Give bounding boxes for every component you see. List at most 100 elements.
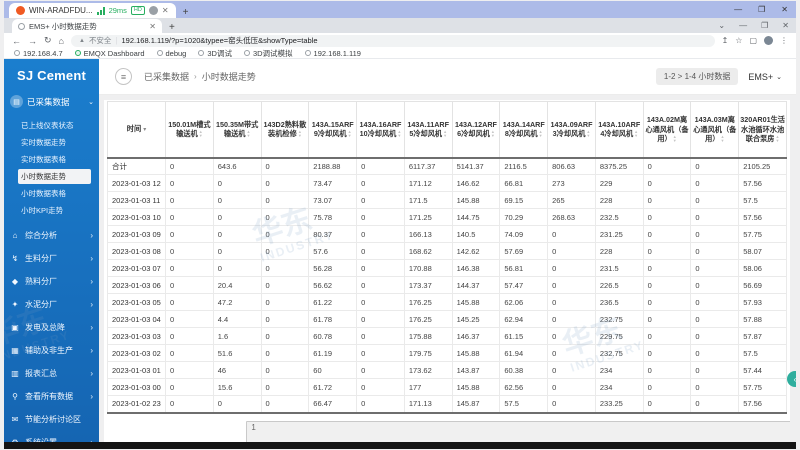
sidebar-group[interactable]: ▦ 辅助及非生产 › (4, 339, 99, 362)
data-table-card: 时间 ▾ 150.01M槽式输送机 ▲ ▼ 150.35M带式输送机 ▲ ▼ 143D2熟料散装… (104, 100, 790, 442)
browser-minimize-icon[interactable]: — (732, 21, 754, 30)
column-header[interactable]: 143A.09ARF3冷却风机 ▲ ▼ (547, 101, 596, 159)
value-cell: 806.63 (547, 157, 596, 175)
column-header[interactable]: 143A.12ARF6冷却风机 ▲ ▼ (451, 101, 501, 159)
value-cell: 56.62 (308, 276, 358, 294)
remote-minimize-icon[interactable]: — (726, 5, 750, 14)
sidebar-subitem[interactable]: 小时数据走势 (18, 169, 91, 184)
sidebar-group[interactable]: ⚙ 系统设置 › (4, 431, 99, 442)
droplet-icon: ◆ (11, 277, 19, 286)
value-cell: 15.6 (212, 378, 262, 396)
sidebar-group[interactable]: ▣ 发电及总降 › (4, 316, 99, 339)
sidebar-group[interactable]: ▥ 报表汇总 › (4, 362, 99, 385)
data-range-chip[interactable]: 1-2 > 1-4 小时数据 (655, 68, 739, 85)
remote-new-tab-icon[interactable]: + (183, 7, 189, 18)
browser-menu-icon[interactable]: ⋮ (780, 36, 788, 45)
bookmark-star-icon[interactable]: ☆ (735, 36, 742, 45)
browser-tabbar: EMS+ 小时数据走势 ✕ + ⌄ — ❐ ✕ (4, 18, 796, 33)
sidebar-group[interactable]: ⌂ 综合分析 › (4, 224, 99, 247)
column-header[interactable]: 150.01M槽式输送机 ▲ ▼ (165, 101, 214, 159)
browser-close-icon[interactable]: ✕ (775, 21, 796, 30)
bookmark-item[interactable]: 192.168.4.7 (14, 49, 63, 58)
forward-icon[interactable]: → (28, 36, 37, 46)
hamburger-menu-icon[interactable]: ≡ (115, 68, 132, 85)
header-right: 1-2 > 1-4 小时数据 EMS+ ⌄ (655, 68, 782, 85)
value-cell: 0 (547, 344, 596, 362)
sidebar-subitem[interactable]: 小时KPI走势 (4, 203, 99, 218)
browser-profile-caret-icon[interactable]: ⌄ (711, 21, 732, 30)
value-cell: 229 (594, 174, 644, 192)
sidebar-group-label: 报表汇总 (25, 369, 57, 378)
back-icon[interactable]: ← (12, 36, 21, 46)
session-options-icon[interactable] (148, 6, 158, 15)
value-cell: 51.6 (212, 344, 262, 362)
tab-close-icon[interactable]: ✕ (149, 22, 156, 31)
value-cell: 0 (356, 378, 405, 396)
column-header[interactable]: 143A.02M离心通风机（备用） ▲ ▼ (642, 101, 692, 159)
sidebar-group[interactable]: ↯ 生料分厂 › (4, 247, 99, 270)
value-cell: 66.81 (499, 174, 549, 192)
column-header[interactable]: 143A.14ARF8冷却风机 ▲ ▼ (499, 101, 549, 159)
home-nav-icon[interactable]: ⌂ (59, 36, 64, 46)
value-cell: 0 (642, 259, 692, 277)
reload-icon[interactable]: ↻ (44, 35, 52, 46)
sidebar-group[interactable]: ✦ 水泥分厂 › (4, 293, 99, 316)
value-cell: 171.12 (403, 174, 453, 192)
value-cell: 0 (165, 361, 214, 379)
sidebar-subitem[interactable]: 已上线仪表状态 (4, 118, 99, 133)
sidebar-group[interactable]: ✉ 节能分析讨论区 (4, 408, 99, 431)
column-header[interactable]: 143A.16ARF10冷却风机 ▲ ▼ (356, 101, 405, 159)
sidebar-group[interactable]: ◆ 熟料分厂 › (4, 270, 99, 293)
column-header[interactable]: 143A.15ARF9冷却风机 ▲ ▼ (308, 101, 358, 159)
page-button[interactable]: 1 (246, 420, 790, 442)
browser-tab[interactable]: EMS+ 小时数据走势 ✕ (12, 19, 162, 33)
column-header[interactable]: 143A.11ARF5冷却风机 ▲ ▼ (403, 101, 453, 159)
new-tab-icon[interactable]: + (169, 22, 175, 33)
profile-avatar[interactable] (764, 36, 773, 45)
sidebar-subitem[interactable]: 实时数据表格 (4, 152, 99, 167)
search-icon: ⚲ (12, 392, 18, 401)
bookmark-item[interactable]: 3D调试 (198, 48, 232, 59)
chevron-right-icon: › (90, 369, 93, 378)
remote-session-tab[interactable]: WIN-ARADFDU... 29ms HD ✕ (9, 3, 176, 18)
value-cell: 0 (547, 259, 596, 277)
column-label: 143A.16ARF10冷却风机 (359, 119, 402, 139)
column-header[interactable]: 143A.10ARF4冷却风机 ▲ ▼ (594, 101, 644, 159)
value-cell: 0 (260, 327, 310, 345)
browser-maximize-icon[interactable]: ❐ (754, 21, 775, 30)
value-cell: 0 (260, 276, 310, 294)
column-header[interactable]: 时间 ▾ (107, 101, 166, 159)
remote-close-icon[interactable]: ✕ (773, 5, 796, 14)
bookmark-item[interactable]: debug (156, 49, 186, 58)
column-header[interactable]: 150.35M带式输送机 ▲ ▼ (212, 101, 262, 159)
column-header[interactable]: 143D2熟料散装机检修 ▲ ▼ (260, 101, 310, 159)
share-icon[interactable]: ↥ (722, 36, 729, 45)
bookmark-item[interactable]: EMQX Dashboard (74, 49, 145, 58)
remote-maximize-icon[interactable]: ❐ (750, 5, 773, 14)
value-cell: 61.78 (308, 310, 358, 328)
column-header[interactable]: 320AR01生活水池循环水池联合泵房 ▲ ▼ (738, 101, 787, 159)
url-input[interactable]: ▲ 不安全 | 192.168.1.119/?p=1020&typee=窑头低压… (70, 34, 715, 47)
sidebar-subitem[interactable]: 小时数据表格 (4, 186, 99, 201)
chevron-right-icon: › (90, 392, 93, 401)
bookmark-item[interactable]: 3D调试模拟 (243, 48, 293, 59)
table-body: 合计 0 643.6 0 2188.88 0 6117.37 5141.37 2116.5 806… (107, 157, 787, 414)
bookmark-item[interactable]: 192.168.1.119 (304, 49, 361, 58)
sidebar-group-collected-data[interactable]: ▤ 已采集数据 ⌄ (4, 90, 99, 113)
sidebar-group[interactable]: ⚲ 查看所有数据 › (4, 385, 99, 408)
side-panel-icon[interactable]: ▢ (749, 36, 757, 45)
power-icon: ▣ (11, 323, 19, 332)
value-cell: 0 (165, 310, 214, 328)
sidebar-subitem[interactable]: 实时数据走势 (4, 135, 99, 150)
value-cell: 57.5 (738, 191, 787, 209)
column-header[interactable]: 143A.03M离心通风机（备用） ▲ ▼ (690, 101, 740, 159)
value-cell: 70.29 (499, 208, 549, 226)
time-cell: 2023-01-03 09 (107, 225, 166, 243)
value-cell: 0 (212, 191, 262, 209)
user-menu[interactable]: EMS+ ⌄ (748, 72, 782, 82)
collapse-handle-icon[interactable]: ‹ (787, 371, 796, 387)
breadcrumb-parent[interactable]: 已采集数据 (144, 70, 189, 83)
user-menu-label: EMS+ (748, 71, 774, 82)
url-text: 192.168.1.119/?p=1020&typee=窑头低压&showTyp… (121, 36, 318, 45)
remote-tab-close-icon[interactable]: ✕ (162, 6, 169, 15)
